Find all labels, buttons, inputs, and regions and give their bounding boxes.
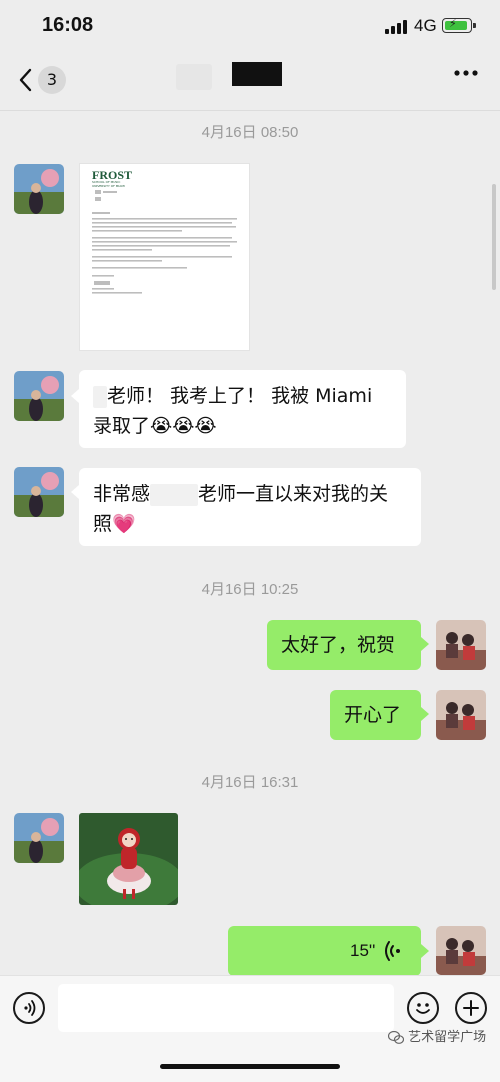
message-line: 录取了😭😭😭 — [93, 411, 392, 441]
message-text: 开心了 — [344, 704, 402, 726]
letter-text-lines — [92, 190, 237, 294]
timestamp: 4月16日 16:31 — [201, 774, 299, 791]
chat-title — [176, 64, 212, 90]
document-image-message[interactable]: FROST SCHOOL OF MUSIC UNIVERSITY OF MIAM… — [79, 163, 250, 351]
voice-input-icon[interactable] — [13, 992, 45, 1024]
bubble-tail — [71, 485, 79, 499]
battery-icon: ⚡ — [442, 17, 476, 33]
unread-count-badge[interactable]: 3 — [38, 66, 66, 94]
voice-wave-icon — [385, 941, 400, 961]
status-time: 16:08 — [42, 14, 94, 36]
message-text: 非常感 — [93, 483, 151, 505]
watermark: 艺术留学广场 — [387, 1026, 487, 1045]
redaction — [93, 385, 107, 408]
voice-message[interactable]: 15'' — [228, 926, 421, 976]
avatar[interactable] — [14, 813, 64, 863]
message-input[interactable] — [58, 984, 394, 1032]
bubble-tail — [421, 637, 429, 651]
sticker-message[interactable] — [79, 813, 178, 905]
message-line: 照💗 — [93, 509, 407, 539]
crying-emoji: 😭😭😭 — [150, 415, 217, 437]
bubble-tail — [421, 707, 429, 721]
self-avatar[interactable] — [436, 690, 486, 740]
avatar[interactable] — [14, 371, 64, 421]
avatar[interactable] — [14, 467, 64, 517]
input-bar: 艺术留学广场 — [0, 975, 500, 1082]
home-indicator — [160, 1064, 340, 1069]
bubble-tail — [71, 389, 79, 403]
incoming-message[interactable]: 老师！ 我考上了！ 我被 Miami 录取了😭😭😭 — [79, 370, 406, 448]
watermark-text: 艺术留学广场 — [408, 1030, 487, 1045]
incoming-message[interactable]: 非常感 老师一直以来对我的关 照💗 — [79, 468, 421, 546]
signal-icon — [385, 20, 407, 34]
voice-duration: 15'' — [350, 941, 376, 960]
message-text: 老师一直以来对我的关 — [198, 483, 389, 505]
message-text: 太好了，祝贺 — [281, 634, 396, 656]
plus-icon[interactable] — [455, 992, 487, 1024]
more-dots-icon[interactable] — [454, 70, 478, 76]
network-label: 4G — [414, 16, 437, 35]
bubble-tail — [421, 944, 429, 958]
emoji-icon[interactable] — [407, 992, 439, 1024]
message-line: 老师！ 我考上了！ 我被 Miami — [93, 381, 392, 411]
self-avatar[interactable] — [436, 620, 486, 670]
chevron-left-icon[interactable] — [18, 68, 32, 92]
scrollbar[interactable] — [492, 184, 496, 290]
self-avatar[interactable] — [436, 926, 486, 975]
message-text: 录取了 — [93, 415, 151, 437]
message-text: 照 — [93, 513, 113, 535]
message-text: 老师！ 我考上了！ 我被 Miami — [107, 385, 373, 407]
timestamp: 4月16日 08:50 — [201, 124, 299, 141]
avatar[interactable] — [14, 164, 64, 214]
nav-divider — [0, 110, 500, 111]
wechat-logo-icon — [387, 1030, 405, 1044]
heart-emoji: 💗 — [112, 513, 136, 535]
outgoing-message[interactable]: 开心了 — [330, 690, 421, 740]
redaction — [150, 483, 199, 506]
message-line: 非常感 老师一直以来对我的关 — [93, 479, 407, 509]
timestamp: 4月16日 10:25 — [201, 581, 299, 598]
outgoing-message[interactable]: 太好了，祝贺 — [267, 620, 421, 670]
chat-title-redaction — [232, 62, 282, 86]
status-bar: 16:08 4G ⚡ — [0, 0, 500, 50]
